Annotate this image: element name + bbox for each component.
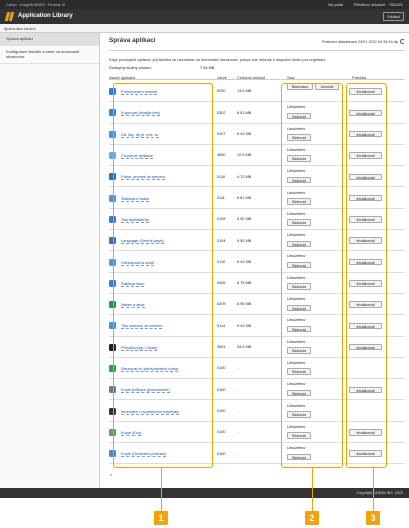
space-value: 7.54 MB bbox=[200, 65, 215, 70]
scroll-top-icon[interactable]: ⌃ bbox=[109, 474, 113, 480]
sidebar-item-home-config[interactable]: Konfigurace tlačítek a karet na domovské… bbox=[0, 46, 99, 64]
top-bar: Canon · imageRUNNER · Remote UI Na portá… bbox=[0, 0, 409, 9]
space-label: Dostupný služný prostor: bbox=[109, 65, 152, 70]
app-version: 0111 bbox=[217, 195, 225, 200]
app-size: - bbox=[237, 408, 239, 413]
callout-box-2 bbox=[281, 83, 343, 468]
app-version: 0110 bbox=[217, 174, 226, 179]
app-size: 6.44 MB bbox=[237, 132, 252, 137]
app-size: - bbox=[237, 366, 239, 371]
app-size: - bbox=[237, 430, 239, 435]
app-size: 6.51 MB bbox=[237, 110, 252, 115]
col-state: Stav bbox=[287, 74, 295, 80]
logged-user-id: 7654321 bbox=[389, 2, 403, 7]
app-size: 6.75 MB bbox=[237, 281, 252, 286]
callout-marker-3: 3 bbox=[366, 511, 380, 525]
app-size: 6.95 MB bbox=[237, 302, 252, 307]
callout-marker-1: 1 bbox=[154, 511, 168, 525]
app-version: 0110 bbox=[217, 259, 226, 264]
sidebar: Správa aplikací Konfigurace tlačítek a k… bbox=[0, 33, 100, 488]
sidebar-item-app-management[interactable]: Správa aplikací bbox=[0, 33, 99, 46]
app-bar: Application Library Odhlásit bbox=[0, 9, 409, 24]
app-size: 13.6 MB bbox=[237, 89, 252, 94]
logout-button[interactable]: Odhlásit bbox=[382, 12, 404, 21]
app-version: 0108 bbox=[217, 217, 226, 222]
available-space: Dostupný služný prostor: 7.54 MB bbox=[109, 65, 215, 70]
app-version: 0100 bbox=[217, 430, 226, 435]
app-size: - bbox=[237, 387, 239, 392]
app-version: 0100 bbox=[217, 451, 226, 456]
app-size: 12.9 MB bbox=[237, 153, 252, 158]
footer: Copyright CANON INC. 2022 bbox=[0, 488, 409, 498]
table-header: Název aplikace Verze Celková velikost St… bbox=[109, 73, 405, 80]
col-version: Verze bbox=[217, 74, 227, 80]
app-size: 6.81 MB bbox=[237, 195, 252, 200]
info-note: Když povolujete aplikaci, její tlačítko … bbox=[109, 57, 327, 62]
last-update-label: Poslední aktualizace 23/01 2022 04:34:34… bbox=[322, 40, 398, 44]
app-version: 0100 bbox=[217, 408, 226, 413]
portal-link[interactable]: Na portál bbox=[328, 3, 343, 7]
logged-user-label: Přihlášení uživatelé: bbox=[353, 2, 386, 7]
top-breadcrumb: Canon · imageRUNNER · Remote UI bbox=[6, 2, 66, 7]
app-size: 5.52 MB bbox=[237, 238, 252, 243]
callout-box-1 bbox=[113, 83, 213, 468]
divider bbox=[109, 50, 405, 51]
col-rules: Pravidla bbox=[352, 74, 367, 80]
callout-marker-2: 2 bbox=[305, 511, 319, 525]
refresh-icon[interactable] bbox=[400, 39, 405, 44]
app-size: 9.44 MB bbox=[237, 323, 252, 328]
app-logo-icon bbox=[4, 12, 15, 21]
app-size: 6.44 MB bbox=[237, 259, 252, 264]
callout-line-1 bbox=[161, 468, 163, 511]
col-name: Název aplikace bbox=[109, 74, 136, 80]
app-version: 3650 bbox=[217, 153, 226, 158]
app-version: 0100 bbox=[217, 366, 226, 371]
col-size: Celková velikost bbox=[237, 74, 266, 80]
last-update: Poslední aktualizace 23/01 2022 04:34:34… bbox=[322, 39, 405, 44]
app-version: 0601 bbox=[217, 345, 226, 350]
app-size: 34.4 MB bbox=[237, 345, 252, 350]
app-version: 0200 bbox=[217, 89, 226, 94]
app-version: 0114 bbox=[217, 323, 226, 328]
app-version: 0100 bbox=[217, 387, 226, 392]
callout-line-2 bbox=[312, 468, 314, 511]
app-version: 0406 bbox=[217, 281, 226, 286]
app-version: 0209 bbox=[217, 302, 226, 307]
sub-header: Správa dialo zařízení bbox=[0, 24, 409, 33]
copyright: Copyright CANON INC. 2022 bbox=[356, 491, 403, 495]
callout-box-3 bbox=[346, 83, 387, 468]
top-right: Na portál Přihlášení uživatelé: 7654321 bbox=[318, 3, 403, 7]
callout-line-3 bbox=[373, 468, 375, 511]
apps-table: Název aplikace Verze Celková velikost St… bbox=[109, 73, 405, 465]
app-version: 0104 bbox=[217, 238, 226, 243]
app-size: 5.92 MB bbox=[237, 217, 252, 222]
app-title: Application Library bbox=[18, 13, 73, 19]
page-title: Správa aplikací bbox=[109, 37, 156, 44]
app-version: 0107 bbox=[217, 132, 226, 137]
app-size: 4.72 MB bbox=[237, 174, 252, 179]
app-size: - bbox=[237, 451, 239, 456]
app-version: 0302 bbox=[217, 110, 226, 115]
